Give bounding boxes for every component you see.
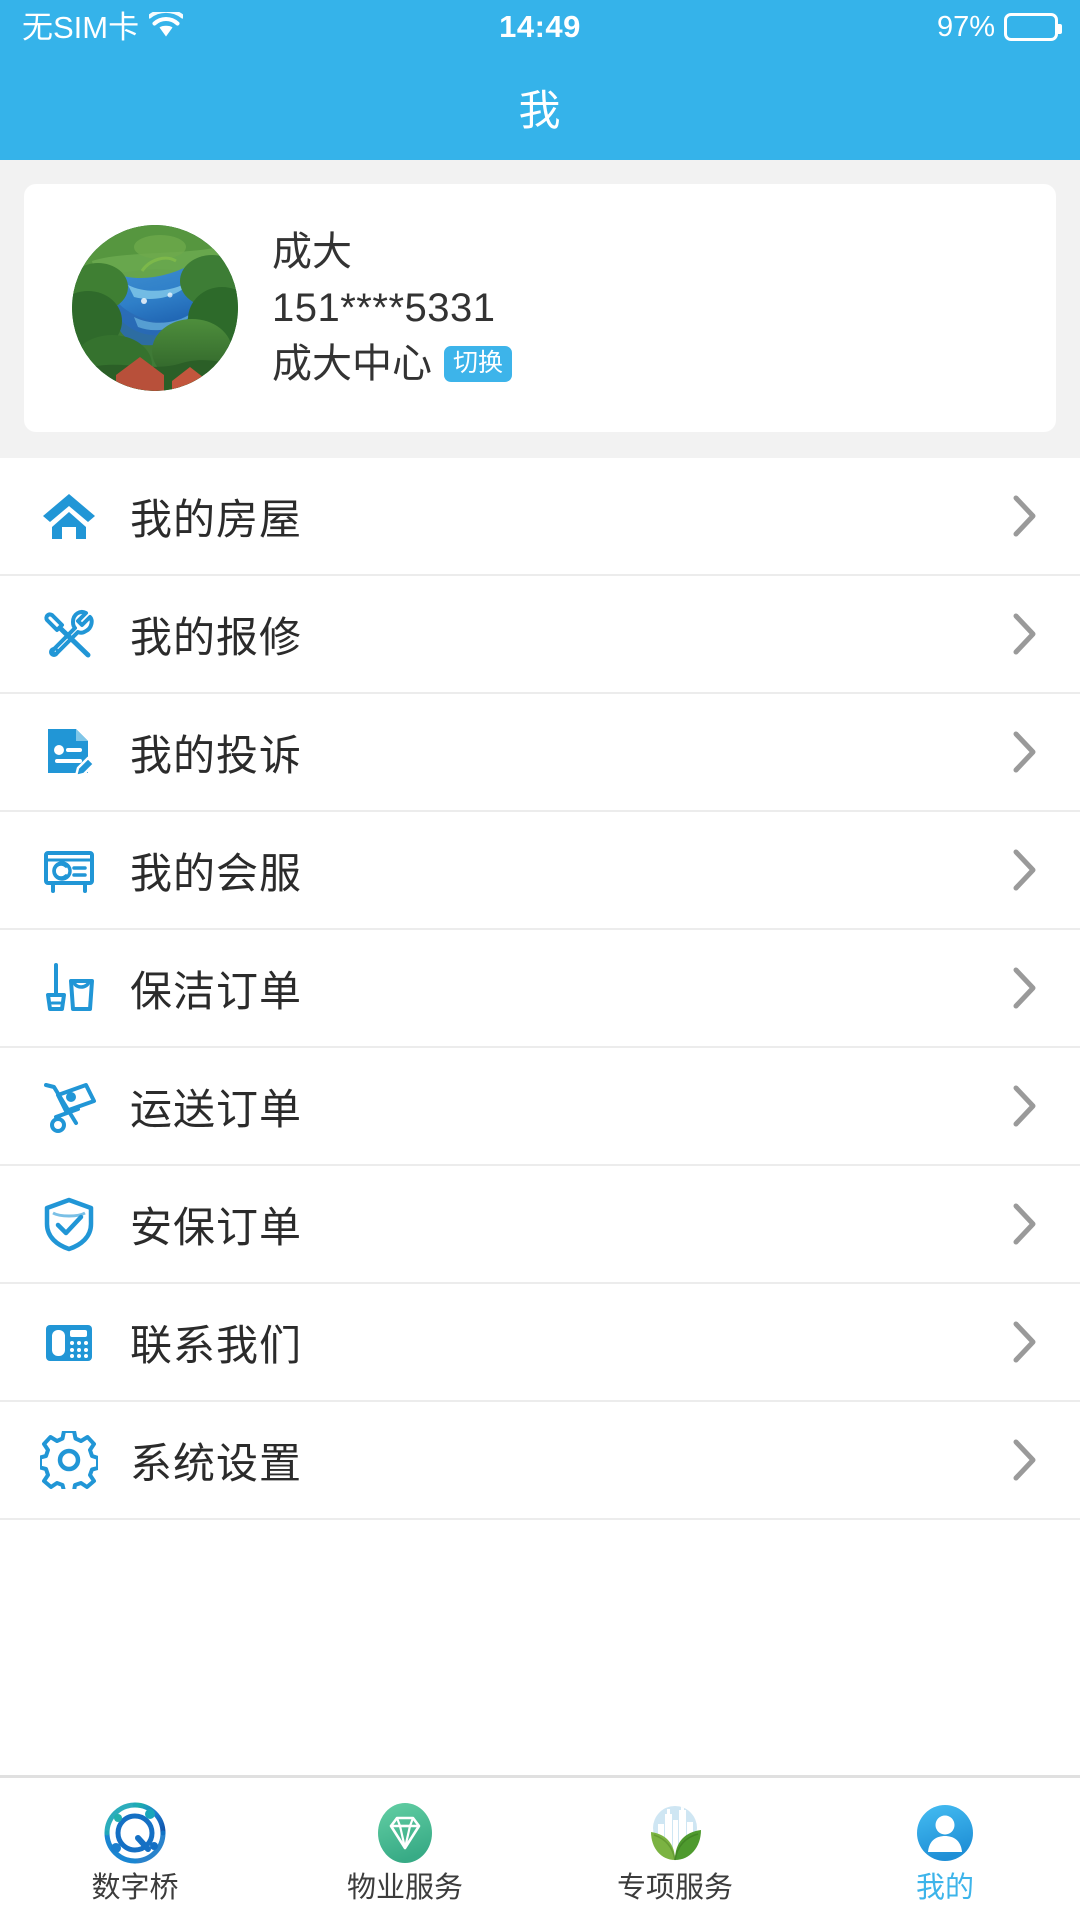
chevron-right-icon — [1012, 612, 1038, 656]
document-pencil-icon — [38, 721, 100, 783]
diamond-circle-icon — [372, 1800, 438, 1866]
tab-mine[interactable]: 我的 — [810, 1778, 1080, 1920]
chevron-right-icon — [1012, 1438, 1038, 1482]
wifi-icon — [147, 8, 185, 43]
menu-item-security-order[interactable]: 安保订单 — [0, 1166, 1080, 1284]
menu-item-my-house[interactable]: 我的房屋 — [0, 458, 1080, 576]
tab-special-service[interactable]: 专项服务 — [540, 1778, 810, 1920]
chevron-right-icon — [1012, 1320, 1038, 1364]
status-bar-right: 97% — [581, 10, 1063, 44]
gear-icon — [38, 1429, 100, 1491]
profile-org-row: 成大中心 切换 — [272, 339, 513, 389]
tab-label: 数字桥 — [91, 1871, 179, 1904]
menu-item-cleaning-order[interactable]: 保洁订单 — [0, 930, 1080, 1048]
menu-item-label: 我的投诉 — [130, 731, 303, 779]
carrier-label: 无SIM卡 — [22, 9, 140, 45]
profile-name: 成大 — [272, 230, 352, 274]
battery-icon — [1004, 13, 1063, 41]
menu-item-label: 系统设置 — [130, 1439, 303, 1487]
shield-check-icon — [38, 1193, 100, 1255]
chevron-right-icon — [1012, 848, 1038, 892]
menu-item-my-meeting-service[interactable]: 我的会服 — [0, 812, 1080, 930]
digital-bridge-logo-icon — [102, 1800, 168, 1866]
battery-percent-label: 97% — [936, 10, 996, 43]
menu-item-label: 联系我们 — [130, 1321, 303, 1369]
hand-truck-icon — [38, 1075, 100, 1137]
menu-item-my-complaint[interactable]: 我的投诉 — [0, 694, 1080, 812]
profile-card[interactable]: 成大 151****5331 成大中心 切换 — [24, 184, 1056, 432]
tab-label: 物业服务 — [346, 1871, 463, 1904]
home-icon — [38, 485, 100, 547]
menu-item-label: 保洁订单 — [130, 967, 303, 1015]
menu-item-label: 我的报修 — [130, 613, 303, 661]
tab-label: 专项服务 — [616, 1871, 733, 1904]
desk-phone-icon — [38, 1311, 100, 1373]
tab-label: 我的 — [915, 1871, 974, 1904]
avatar[interactable] — [72, 225, 238, 391]
projector-screen-icon — [38, 839, 100, 901]
chevron-right-icon — [1012, 1202, 1038, 1246]
page-title: 我 — [518, 86, 562, 134]
chevron-right-icon — [1012, 730, 1038, 774]
wrench-screwdriver-icon — [38, 603, 100, 665]
tab-digital-bridge[interactable]: 数字桥 — [0, 1778, 270, 1920]
chevron-right-icon — [1012, 494, 1038, 538]
mop-bucket-icon — [38, 957, 100, 1019]
status-bar-left: 无SIM卡 — [22, 8, 499, 45]
menu-item-label: 安保订单 — [130, 1203, 303, 1251]
clock-label: 14:49 — [499, 9, 581, 44]
menu-item-label: 我的房屋 — [130, 495, 303, 543]
menu-item-contact-us[interactable]: 联系我们 — [0, 1284, 1080, 1402]
status-bar: 无SIM卡 14:49 97% — [0, 0, 1080, 54]
profile-info: 成大 151****5331 成大中心 切换 — [272, 227, 513, 389]
menu-item-label: 运送订单 — [130, 1085, 303, 1133]
person-circle-icon — [912, 1800, 978, 1866]
menu-item-label: 我的会服 — [130, 849, 303, 897]
profile-section: 成大 151****5331 成大中心 切换 — [0, 160, 1080, 458]
chevron-right-icon — [1012, 1084, 1038, 1128]
chevron-right-icon — [1012, 966, 1038, 1010]
menu-item-my-repair[interactable]: 我的报修 — [0, 576, 1080, 694]
profile-phone: 151****5331 — [272, 286, 496, 330]
menu-item-delivery-order[interactable]: 运送订单 — [0, 1048, 1080, 1166]
switch-org-button[interactable]: 切换 — [444, 346, 513, 382]
profile-organization: 成大中心 — [272, 342, 432, 386]
menu-list: 我的房屋 我的报修 我的投诉 我的会服 保洁订单 运送订单 安保订单 联系我们 … — [0, 458, 1080, 1775]
menu-item-system-settings[interactable]: 系统设置 — [0, 1402, 1080, 1520]
page-header: 我 — [0, 54, 1080, 160]
tab-property-service[interactable]: 物业服务 — [270, 1778, 540, 1920]
app-screen: 无SIM卡 14:49 97% 我 成大 151****5331 成大中心 切换… — [0, 0, 1080, 1920]
leaves-city-icon — [642, 1800, 708, 1866]
bottom-tab-bar: 数字桥 物业服务 专项服务 我的 — [0, 1775, 1080, 1920]
